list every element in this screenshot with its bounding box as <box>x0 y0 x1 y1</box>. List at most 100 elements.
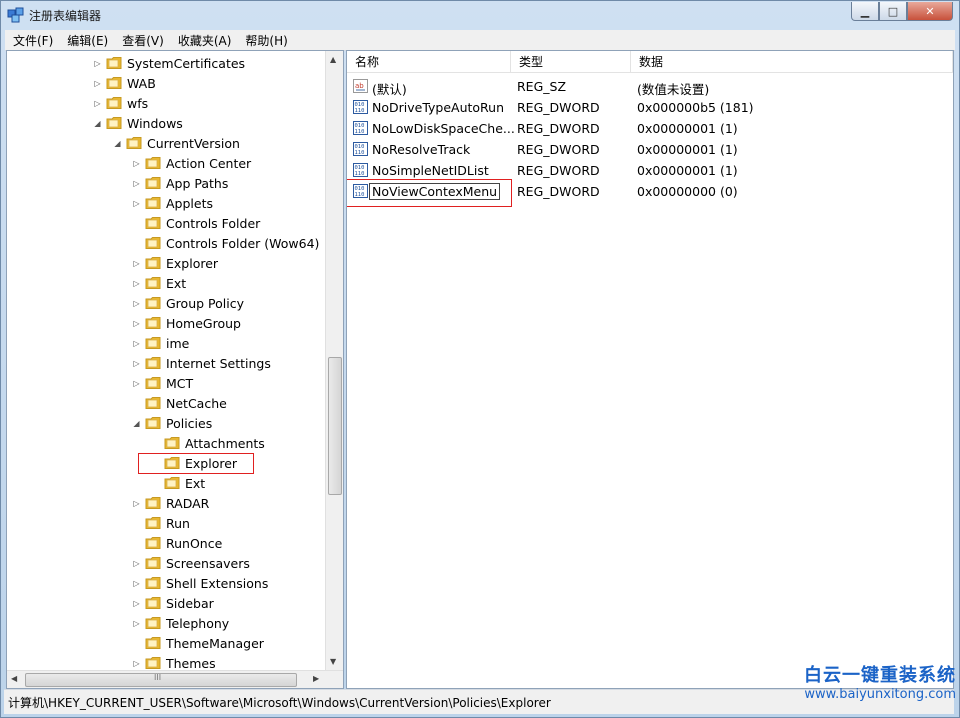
column-header-type[interactable]: 类型 <box>511 51 631 73</box>
tree-item-label: Explorer <box>166 255 219 271</box>
expand-icon[interactable]: ▷ <box>93 59 102 68</box>
scroll-right-icon[interactable]: ▶ <box>313 674 319 683</box>
tree-item-label: Windows <box>127 115 183 131</box>
expand-icon[interactable]: ▷ <box>132 359 141 368</box>
tree-item[interactable]: ◢ Policies <box>132 413 212 433</box>
menu-favorites[interactable]: 收藏夹(A) <box>170 30 238 50</box>
scroll-left-icon[interactable]: ◀ <box>11 674 17 683</box>
tree-item[interactable]: ▷ Telephony <box>132 613 229 633</box>
tree-item-label: Policies <box>166 415 213 431</box>
expand-icon[interactable]: ▷ <box>132 579 141 588</box>
value-row[interactable]: ab (默认) REG_SZ (数值未设置) <box>347 76 953 97</box>
tree-item-label: Sidebar <box>166 595 214 611</box>
tree-item[interactable]: ▷ Sidebar <box>132 593 214 613</box>
registry-key-tree[interactable]: ▷ SystemCertificates ▷ WAB ▷ wfs ◢ Windows ◢ Curr… <box>6 50 344 689</box>
tree-scroll-thumb[interactable] <box>328 357 342 495</box>
minimize-button[interactable]: ▁ <box>851 2 879 21</box>
expand-icon[interactable]: ▷ <box>132 259 141 268</box>
column-header-name[interactable]: 名称 <box>347 51 511 73</box>
folder-icon <box>145 197 161 209</box>
scroll-up-icon[interactable]: ▲ <box>330 55 336 64</box>
expand-icon[interactable]: ▷ <box>132 299 141 308</box>
menu-bar: 文件(F) 编辑(E) 查看(V) 收藏夹(A) 帮助(H) <box>5 30 955 51</box>
tree-item[interactable]: Ext <box>151 473 205 493</box>
value-row[interactable]: 010 110 NoResolveTrack REG_DWORD 0x00000001 … <box>347 139 953 160</box>
value-row[interactable]: 010 110 NoViewContexMenu REG_DWORD 0x0000000… <box>347 179 953 207</box>
value-row[interactable]: 010 110 NoLowDiskSpaceChe... REG_DWORD 0x000… <box>347 118 953 139</box>
expand-icon[interactable]: ▷ <box>132 159 141 168</box>
title-bar[interactable]: 注册表编辑器 ▁ □ ✕ <box>1 1 959 29</box>
folder-icon <box>145 597 161 609</box>
folder-icon <box>145 277 161 289</box>
expand-icon[interactable]: ▷ <box>93 79 102 88</box>
tree-item-label: Action Center <box>166 155 252 171</box>
tree-item[interactable]: ▷ Ext <box>132 273 186 293</box>
expand-icon[interactable]: ▷ <box>132 499 141 508</box>
tree-item[interactable]: NetCache <box>132 393 227 413</box>
menu-view[interactable]: 查看(V) <box>114 30 170 50</box>
value-row[interactable]: 010 110 NoSimpleNetIDList REG_DWORD 0x000000… <box>347 160 953 181</box>
tree-item[interactable]: Attachments <box>151 433 265 453</box>
scroll-grip-icon: III <box>154 673 162 682</box>
close-button[interactable]: ✕ <box>907 2 953 21</box>
tree-item[interactable]: ▷ wfs <box>93 93 148 113</box>
menu-help[interactable]: 帮助(H) <box>237 30 293 50</box>
tree-item[interactable]: Run <box>132 513 190 533</box>
value-row[interactable]: 010 110 NoDriveTypeAutoRun REG_DWORD 0x00000… <box>347 97 953 118</box>
folder-icon <box>126 137 142 149</box>
menu-file[interactable]: 文件(F) <box>5 30 59 50</box>
tree-item[interactable]: ▷ Applets <box>132 193 213 213</box>
maximize-button[interactable]: □ <box>879 2 907 21</box>
expand-icon[interactable]: ▷ <box>132 619 141 628</box>
tree-item-label: Run <box>166 515 190 531</box>
expand-icon[interactable]: ▷ <box>132 659 141 668</box>
folder-icon <box>106 117 122 129</box>
tree-item-label: MCT <box>166 375 194 391</box>
tree-horizontal-scrollbar[interactable]: ◀ III ▶ <box>7 670 343 688</box>
tree-item[interactable]: ▷ Shell Extensions <box>132 573 268 593</box>
expand-icon[interactable]: ▷ <box>132 379 141 388</box>
tree-item[interactable]: ▷ HomeGroup <box>132 313 241 333</box>
collapse-icon[interactable]: ◢ <box>93 119 102 128</box>
scroll-down-icon[interactable]: ▼ <box>330 657 336 666</box>
expand-icon[interactable]: ▷ <box>132 279 141 288</box>
svg-text:110: 110 <box>355 108 365 114</box>
tree-item-label: Group Policy <box>166 295 244 311</box>
tree-item[interactable]: ▷ WAB <box>93 73 155 93</box>
expand-icon[interactable]: ▷ <box>132 599 141 608</box>
svg-text:ab: ab <box>355 82 364 90</box>
tree-item[interactable]: ▷ Explorer <box>132 253 218 273</box>
expand-icon[interactable]: ▷ <box>132 339 141 348</box>
expand-icon[interactable]: ▷ <box>132 199 141 208</box>
tree-item[interactable]: ▷ Action Center <box>132 153 251 173</box>
tree-item[interactable]: Controls Folder (Wow64) <box>132 233 319 253</box>
expand-icon[interactable]: ▷ <box>132 179 141 188</box>
tree-item[interactable]: ▷ SystemCertificates <box>93 53 245 73</box>
tree-item[interactable]: ThemeManager <box>132 633 264 653</box>
tree-item-label: Themes <box>166 655 216 671</box>
tree-item[interactable]: ▷ MCT <box>132 373 193 393</box>
tree-item[interactable]: ▷ Group Policy <box>132 293 244 313</box>
tree-item[interactable]: RunOnce <box>132 533 222 553</box>
tree-item[interactable]: Controls Folder <box>132 213 260 233</box>
folder-icon <box>145 497 161 509</box>
tree-hscroll-thumb[interactable]: III <box>25 673 297 687</box>
tree-vertical-scrollbar[interactable]: ▲ ▼ <box>325 51 343 671</box>
tree-item[interactable]: ▷ Screensavers <box>132 553 249 573</box>
expand-icon[interactable]: ▷ <box>93 99 102 108</box>
collapse-icon[interactable]: ◢ <box>132 419 141 428</box>
tree-item[interactable]: ▷ RADAR <box>132 493 209 513</box>
folder-icon <box>106 77 122 89</box>
collapse-icon[interactable]: ◢ <box>113 139 122 148</box>
tree-item[interactable]: ◢ CurrentVersion <box>113 133 240 153</box>
registry-value-list[interactable]: 名称 类型 数据 ab (默认) REG_SZ (数值未设置) 010 110 NoDriv… <box>346 50 954 689</box>
folder-icon <box>145 317 161 329</box>
tree-item[interactable]: ▷ Internet Settings <box>132 353 270 373</box>
column-header-data[interactable]: 数据 <box>631 51 953 73</box>
expand-icon[interactable]: ▷ <box>132 559 141 568</box>
tree-item[interactable]: ▷ ime <box>132 333 189 353</box>
tree-item[interactable]: ▷ App Paths <box>132 173 228 193</box>
menu-edit[interactable]: 编辑(E) <box>59 30 114 50</box>
tree-item[interactable]: ◢ Windows <box>93 113 183 133</box>
expand-icon[interactable]: ▷ <box>132 319 141 328</box>
